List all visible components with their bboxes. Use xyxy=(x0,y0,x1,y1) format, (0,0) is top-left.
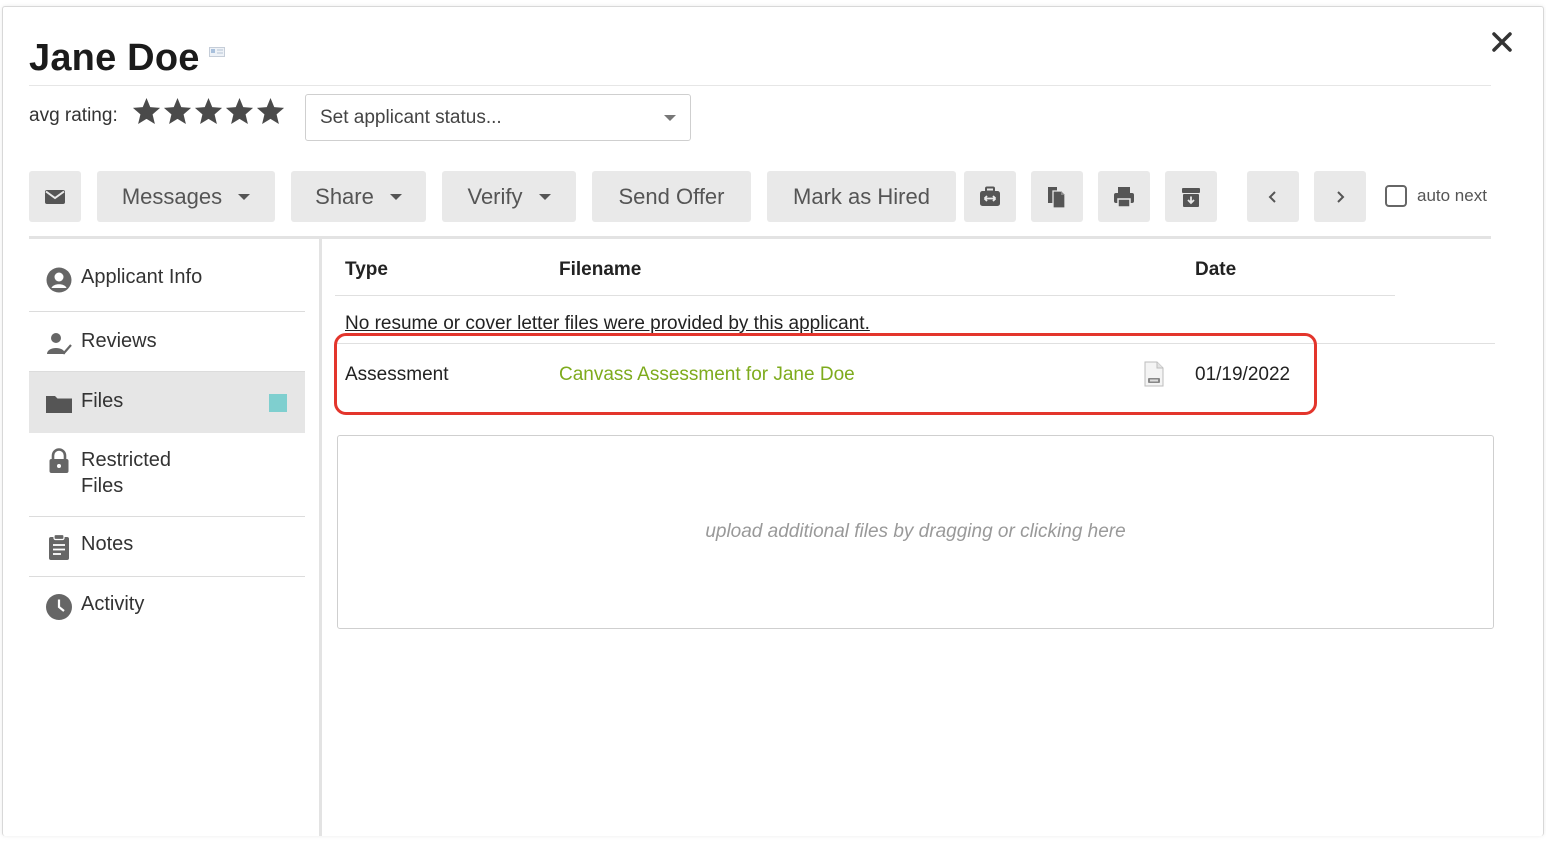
share-button[interactable]: Share xyxy=(291,171,426,222)
sidebar-divider xyxy=(319,239,322,836)
chevron-down-icon xyxy=(664,115,676,121)
applicant-status-select[interactable]: Set applicant status... xyxy=(305,94,691,141)
star-icon[interactable] xyxy=(162,95,193,128)
verify-label: Verify xyxy=(467,183,523,209)
dropzone-text: upload additional files by dragging or c… xyxy=(705,521,1126,542)
auto-next-toggle[interactable]: auto next xyxy=(1385,185,1487,207)
caret-down-icon xyxy=(538,193,551,200)
caret-down-icon xyxy=(238,193,251,200)
star-icon[interactable] xyxy=(131,95,162,128)
toolbar-divider xyxy=(29,236,1491,239)
highlight-annotation xyxy=(334,333,1317,415)
user-circle-icon xyxy=(45,266,73,294)
messages-button[interactable]: Messages xyxy=(97,171,275,222)
lock-icon xyxy=(45,447,73,475)
contact-card-icon[interactable] xyxy=(209,47,225,57)
sidebar-item-label: Restricted Files xyxy=(81,447,171,499)
envelope-icon xyxy=(45,189,65,204)
applicant-modal: Jane Doe avg rating: Set applicant statu… xyxy=(2,6,1544,836)
sidebar-item-reviews[interactable]: Reviews xyxy=(29,312,305,372)
star-rating[interactable] xyxy=(131,95,286,128)
user-check-icon xyxy=(45,330,73,358)
sidebar-item-label: Files xyxy=(81,390,124,412)
printer-icon xyxy=(1114,186,1134,208)
verify-button[interactable]: Verify xyxy=(442,171,576,222)
briefcase-transfer-icon xyxy=(980,186,1000,206)
copy-icon xyxy=(1048,186,1066,209)
sidebar-item-activity[interactable]: Activity xyxy=(29,577,305,637)
share-label: Share xyxy=(315,183,374,209)
action-toolbar: Messages Share Verify Send Offer Mark as… xyxy=(29,171,1499,223)
archive-button[interactable] xyxy=(1165,171,1217,222)
applicant-name: Jane Doe xyxy=(29,37,200,79)
header-row-divider xyxy=(335,295,1395,296)
close-icon xyxy=(1492,32,1512,52)
active-indicator xyxy=(269,394,287,412)
send-offer-label: Send Offer xyxy=(618,183,725,209)
status-select-value: Set applicant status... xyxy=(320,106,502,128)
sidebar-item-label: Notes xyxy=(81,533,134,555)
previous-button[interactable] xyxy=(1247,171,1299,222)
caret-down-icon xyxy=(389,193,402,200)
header-divider xyxy=(29,85,1491,86)
auto-next-checkbox[interactable] xyxy=(1385,185,1407,207)
chevron-right-icon xyxy=(1337,190,1345,203)
file-upload-dropzone[interactable]: upload additional files by dragging or c… xyxy=(337,435,1494,629)
folder-icon xyxy=(45,390,73,418)
star-icon[interactable] xyxy=(193,95,224,128)
auto-next-label: auto next xyxy=(1417,186,1487,205)
avg-rating-label: avg rating: xyxy=(29,105,118,126)
close-button[interactable] xyxy=(1487,27,1517,57)
sidebar-nav: Applicant Info Reviews Files Restricted … xyxy=(29,250,305,637)
column-header-type: Type xyxy=(345,259,388,280)
sidebar-item-label: Reviews xyxy=(81,330,157,352)
mark-as-hired-label: Mark as Hired xyxy=(793,183,930,209)
sidebar-item-label: Activity xyxy=(81,593,145,615)
clock-icon xyxy=(45,593,73,621)
sidebar-item-restricted-files[interactable]: Restricted Files xyxy=(29,433,305,517)
chevron-left-icon xyxy=(1268,190,1276,203)
no-files-message: No resume or cover letter files were pro… xyxy=(345,313,870,334)
mark-as-hired-button[interactable]: Mark as Hired xyxy=(767,171,956,222)
sidebar-item-label: Applicant Info xyxy=(81,266,203,288)
restricted-label-line1: Restricted xyxy=(81,449,172,471)
messages-label: Messages xyxy=(121,183,223,209)
sidebar-item-applicant-info[interactable]: Applicant Info xyxy=(29,250,305,312)
email-button[interactable] xyxy=(29,171,81,222)
print-button[interactable] xyxy=(1098,171,1150,222)
star-icon[interactable] xyxy=(224,95,255,128)
star-icon[interactable] xyxy=(255,95,286,128)
transfer-button[interactable] xyxy=(964,171,1016,222)
restricted-label-line2: Files xyxy=(81,475,124,497)
column-header-filename: Filename xyxy=(559,259,642,280)
copy-button[interactable] xyxy=(1031,171,1083,222)
sidebar-item-files[interactable]: Files xyxy=(29,372,305,433)
send-offer-button[interactable]: Send Offer xyxy=(592,171,751,222)
column-header-date: Date xyxy=(1195,259,1237,280)
next-button[interactable] xyxy=(1314,171,1366,222)
clipboard-icon xyxy=(45,533,73,561)
sidebar-item-notes[interactable]: Notes xyxy=(29,517,305,577)
archive-icon xyxy=(1182,187,1200,207)
